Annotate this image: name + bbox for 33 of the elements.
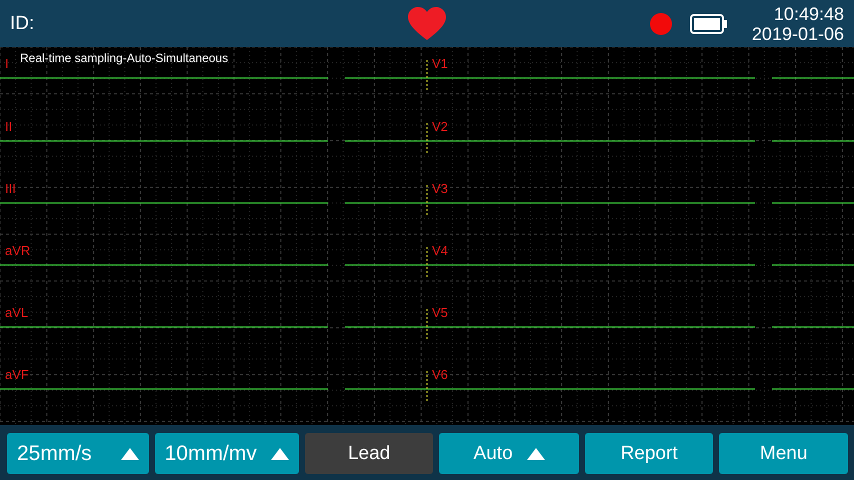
lead-label: V6: [432, 367, 448, 382]
lead-label: aVL: [5, 305, 28, 320]
record-icon: [650, 12, 672, 34]
lead-label: V1: [432, 56, 448, 71]
time-text: 10:49:48: [774, 4, 844, 24]
lead-label: V5: [432, 305, 448, 320]
lead-label: V2: [432, 119, 448, 134]
heart-icon: [407, 7, 447, 41]
lead-marker: [426, 309, 428, 341]
toolbar-button[interactable]: Report: [584, 433, 714, 474]
lead-marker: [426, 123, 428, 155]
mode-text: Real-time sampling-Auto-Simultaneous: [20, 51, 228, 65]
lead-label: aVF: [5, 367, 29, 382]
toolbar-button[interactable]: Auto: [439, 433, 579, 474]
lead-marker: [426, 185, 428, 217]
lead-label: II: [5, 119, 12, 134]
lead-marker: [426, 60, 428, 92]
lead-label: V3: [432, 181, 448, 196]
triangle-up-icon: [526, 448, 545, 460]
lead-label: aVR: [5, 243, 30, 258]
battery-icon: [690, 14, 728, 34]
lead-marker: [426, 247, 428, 279]
toolbar-button[interactable]: 25mm/s: [7, 433, 149, 474]
toolbar-button[interactable]: Menu: [719, 433, 848, 474]
lead-label: V4: [432, 243, 448, 258]
date-text: 2019-01-06: [752, 24, 844, 44]
triangle-up-icon: [270, 448, 289, 460]
triangle-up-icon: [120, 448, 139, 460]
lead-label: I: [5, 56, 9, 71]
id-label: ID:: [10, 12, 34, 34]
lead-label: III: [5, 181, 16, 196]
lead-marker: [426, 371, 428, 403]
toolbar-button[interactable]: 10mm/mv: [154, 433, 299, 474]
